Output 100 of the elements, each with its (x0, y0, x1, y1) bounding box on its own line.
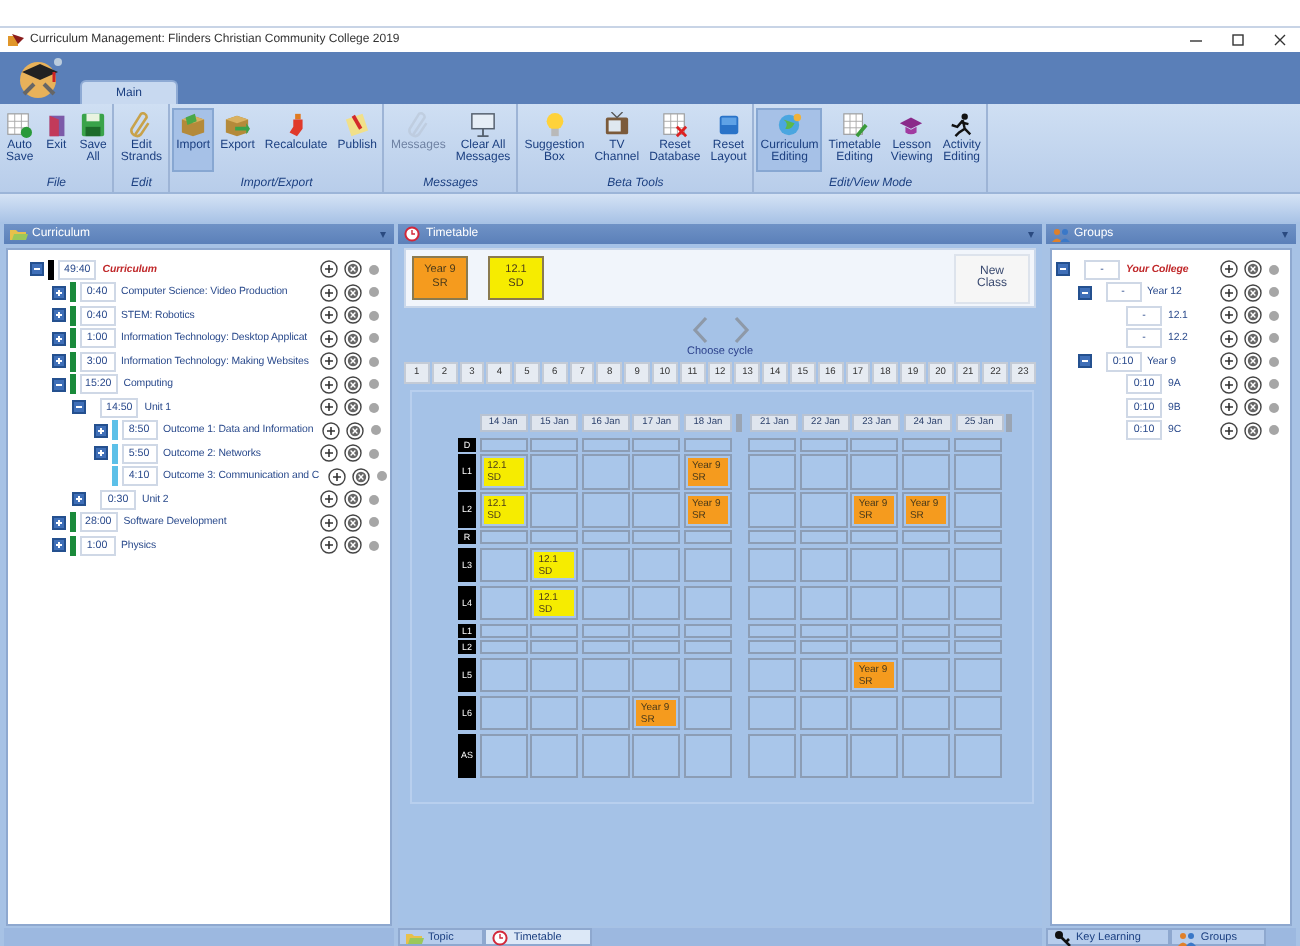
timetable-cell[interactable] (953, 437, 1002, 451)
remove-icon[interactable] (344, 513, 362, 532)
timetable-cell[interactable] (953, 733, 1002, 777)
timetable-cell[interactable] (748, 530, 797, 544)
timetable-cell[interactable] (799, 492, 848, 527)
timetable-cell[interactable] (530, 492, 579, 527)
timetable-cell[interactable] (632, 530, 681, 544)
add-icon[interactable] (1220, 398, 1238, 417)
timetable-cell[interactable] (530, 623, 579, 637)
remove-icon[interactable] (344, 352, 362, 371)
remove-icon[interactable] (1244, 421, 1262, 440)
add-icon[interactable] (320, 513, 338, 532)
add-icon[interactable] (1220, 375, 1238, 394)
timetable-cell[interactable] (748, 437, 797, 451)
expand-toggle[interactable] (51, 308, 65, 323)
remove-icon[interactable] (1244, 260, 1262, 279)
timetable-cell[interactable] (901, 547, 950, 582)
expand-toggle[interactable] (51, 515, 65, 530)
timetable-cell[interactable] (632, 547, 681, 582)
timetable-cell[interactable] (632, 623, 681, 637)
timetable-cell[interactable] (683, 585, 732, 620)
add-icon[interactable] (321, 421, 340, 440)
timetable-cell[interactable] (479, 623, 528, 637)
timetable-cell[interactable] (953, 492, 1002, 527)
remove-icon[interactable] (344, 490, 362, 509)
timetable-cell[interactable] (953, 547, 1002, 582)
timetable-cell[interactable] (683, 640, 732, 654)
timetable-cell[interactable] (479, 657, 528, 692)
remove-icon[interactable] (1244, 352, 1262, 371)
timetable-cell[interactable] (479, 695, 528, 730)
timetable-cell[interactable] (530, 437, 579, 451)
timetable-cell[interactable] (581, 530, 630, 544)
pin-icon[interactable] (1280, 229, 1290, 239)
timetable-cell[interactable] (799, 695, 848, 730)
timetable-cell[interactable] (479, 585, 528, 620)
timetable-cell[interactable] (479, 547, 528, 582)
timetable-cell[interactable] (953, 657, 1002, 692)
timetable-cell[interactable] (850, 547, 899, 582)
timetable-cell[interactable] (850, 695, 899, 730)
timetable-cell[interactable] (901, 454, 950, 489)
expand-toggle[interactable] (72, 492, 86, 507)
remove-icon[interactable] (344, 375, 362, 394)
timetable-cell[interactable] (683, 695, 732, 730)
remove-icon[interactable] (344, 260, 362, 279)
timetable-cell[interactable] (683, 547, 732, 582)
add-icon[interactable] (320, 329, 338, 348)
remove-icon[interactable] (1244, 306, 1262, 325)
add-icon[interactable] (320, 306, 338, 325)
expand-toggle[interactable] (51, 538, 65, 553)
add-icon[interactable] (1220, 329, 1238, 348)
timetable-cell[interactable] (748, 733, 797, 777)
add-icon[interactable] (1220, 260, 1238, 279)
timetable-cell[interactable] (901, 623, 950, 637)
timetable-cell[interactable] (748, 547, 797, 582)
timetable-cell[interactable] (581, 657, 630, 692)
timetable-cell[interactable] (748, 492, 797, 527)
timetable-cell[interactable] (632, 657, 681, 692)
remove-icon[interactable] (344, 306, 362, 325)
timetable-cell[interactable] (901, 733, 950, 777)
timetable-cell[interactable] (581, 733, 630, 777)
timetable-cell[interactable] (632, 492, 681, 527)
timetable-cell[interactable] (850, 733, 899, 777)
timetable-cell[interactable] (850, 640, 899, 654)
remove-icon[interactable] (1244, 398, 1262, 417)
add-icon[interactable] (320, 283, 338, 302)
logo-icon[interactable] (16, 56, 64, 100)
timetable-cell[interactable] (799, 657, 848, 692)
timetable-cell[interactable] (581, 623, 630, 637)
expand-toggle[interactable] (1077, 354, 1091, 369)
timetable-cell[interactable] (799, 454, 848, 489)
timetable-cell[interactable] (632, 640, 681, 654)
timetable-cell[interactable] (479, 530, 528, 544)
timetable-cell[interactable] (901, 530, 950, 544)
add-icon[interactable] (320, 375, 338, 394)
timetable-cell[interactable] (850, 454, 899, 489)
add-icon[interactable] (320, 536, 338, 555)
timetable-cell[interactable] (953, 623, 1002, 637)
timetable-cell[interactable] (530, 695, 579, 730)
timetable-cell[interactable] (799, 437, 848, 451)
add-icon[interactable] (1220, 306, 1238, 325)
timetable-cell[interactable] (530, 733, 579, 777)
timetable-cell[interactable] (799, 623, 848, 637)
timetable-cell[interactable] (850, 623, 899, 637)
timetable-cell[interactable] (683, 733, 732, 777)
add-icon[interactable] (320, 444, 338, 463)
remove-icon[interactable] (1244, 329, 1262, 348)
timetable-cell[interactable] (683, 437, 732, 451)
remove-icon[interactable] (344, 536, 362, 555)
timetable-cell[interactable] (581, 585, 630, 620)
timetable-cell[interactable] (799, 733, 848, 777)
timetable-cell[interactable] (632, 733, 681, 777)
maximize-icon[interactable] (1230, 32, 1246, 48)
add-icon[interactable] (320, 260, 338, 279)
timetable-cell[interactable] (530, 640, 579, 654)
expand-toggle[interactable] (51, 331, 65, 346)
timetable-cell[interactable] (632, 454, 681, 489)
timetable-cell[interactable] (748, 657, 797, 692)
timetable-cell[interactable] (581, 454, 630, 489)
timetable-cell[interactable] (953, 695, 1002, 730)
remove-icon[interactable] (344, 398, 362, 417)
